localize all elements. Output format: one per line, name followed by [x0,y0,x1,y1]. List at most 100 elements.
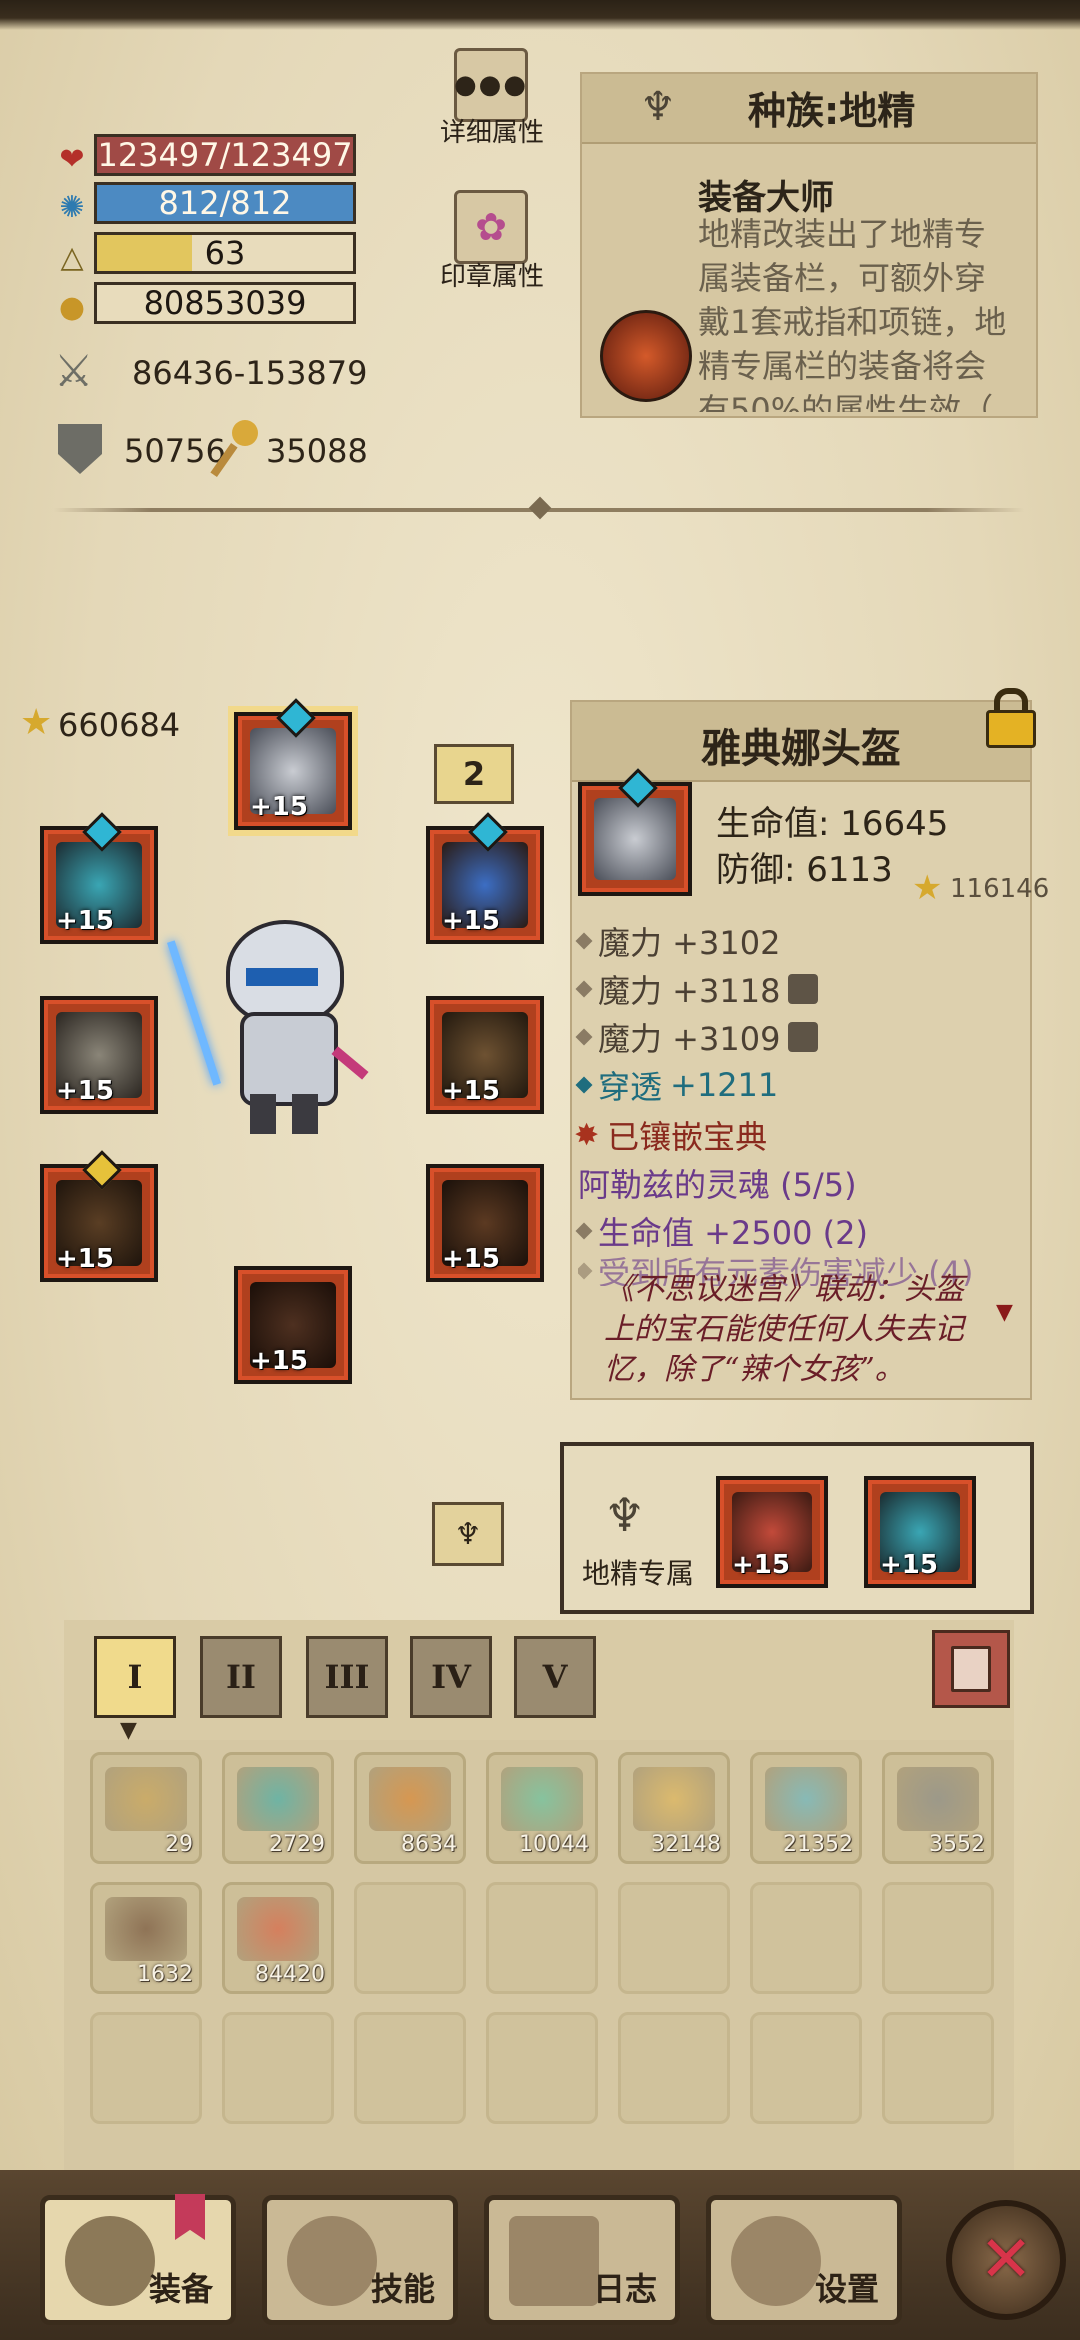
nav-skills-label: 技能 [370,2270,435,2308]
inventory-empty-slot[interactable] [750,2012,862,2124]
inventory-item[interactable]: 84420 [222,1882,334,1994]
race-title: 种族:地精 [748,89,916,133]
socket-text: 已镶嵌宝典 [607,1118,768,1156]
item-name: 雅典娜头盔 [701,726,901,772]
attack-swords-icon: ⚔ [54,346,94,397]
detail-attributes-label: 详细属性 [439,118,544,148]
slot-level: +15 [56,1076,114,1106]
lock-icon[interactable] [984,688,1036,748]
reforge-icon[interactable] [788,1022,819,1052]
tab-page-2[interactable]: II [200,1636,282,1718]
nav-equipment[interactable]: 装备 [40,2194,236,2325]
inventory-empty-slot[interactable] [354,1882,466,1994]
inventory-item[interactable]: 3552 [882,1752,994,1864]
attr-row-2: 魔力 +3118 [575,966,819,1012]
scroll-down-icon[interactable]: ▼ [996,1300,1013,1325]
gold-row: ● [52,284,92,330]
socket-icon: ✸ [574,1117,600,1153]
nav-settings[interactable]: 设置 [706,2195,902,2325]
defense-value: 50756 [124,432,226,470]
slot-level: +15 [732,1550,790,1580]
tab-page-3[interactable]: III [306,1636,388,1718]
item-icon [897,1767,979,1831]
inventory-item[interactable]: 2729 [222,1752,334,1864]
inventory-empty-slot[interactable] [618,1882,730,1994]
equip-slot-armor[interactable]: +15 [426,996,544,1114]
attr-text: 魔力 +3118 [598,972,781,1010]
nav-skills[interactable]: 技能 [262,2195,458,2325]
level-row: △ [52,234,92,280]
item-count: 8634 [401,1832,457,1857]
level-value: 63 [204,234,246,272]
mp-row: ✺ [52,184,92,230]
inventory-empty-slot[interactable] [90,2012,202,2124]
tab-page-4[interactable]: IV [410,1636,492,1718]
loadout-page-badge[interactable]: 2 [434,744,514,804]
hp-value: 123497/123497 [97,136,353,174]
set-name: 阿勒兹的灵魂 (5/5) [578,1166,857,1204]
inventory-empty-slot[interactable] [618,2012,730,2124]
equip-slot-gloves[interactable]: +15 [40,996,158,1114]
detail-attributes-button[interactable]: ●●● [454,48,528,122]
inventory-empty-slot[interactable] [354,2012,466,2124]
tab-page-1[interactable]: I [94,1636,176,1718]
attr-row-1: 魔力 +3102 [575,918,780,964]
inventory-empty-slot[interactable] [882,2012,994,2124]
magic-value: 35088 [266,432,368,470]
inventory-empty-slot[interactable] [882,1882,994,1994]
slot-level: +15 [56,906,114,936]
total-score: 660684 [58,706,181,744]
attr-row-3: 魔力 +3109 [575,1014,819,1060]
close-button[interactable]: ✕ [946,2200,1066,2320]
goblin-exclusive-label: 地精专属 [582,1557,695,1590]
goblin-slot-ring[interactable]: +15 [716,1476,828,1588]
goblin-toggle-button[interactable]: ♆ [432,1502,504,1566]
attack-value: 86436-153879 [132,354,368,392]
inventory-item[interactable]: 1632 [90,1882,202,1994]
equip-slot-boots[interactable]: +15 [40,1150,158,1282]
trash-button[interactable] [932,1630,1010,1708]
inventory-item[interactable]: 21352 [750,1752,862,1864]
inventory-empty-slot[interactable] [486,1882,598,1994]
set-bonus-hp-row: 生命值 +2500 (2) [575,1208,868,1254]
equip-slot-cloak[interactable]: +15 [426,1164,544,1282]
level-triangle-icon: △ [60,239,84,275]
gold-value: 80853039 [143,284,307,322]
hero-character [167,908,380,1148]
heart-icon: ❤ [59,141,85,177]
top-torn-edge [0,0,1080,30]
inventory-item[interactable]: 8634 [354,1752,466,1864]
equip-slot-necklace[interactable]: +15 [40,812,158,944]
inventory-item[interactable]: 32148 [618,1752,730,1864]
item-detail-icon [578,768,692,896]
inventory-empty-slot[interactable] [750,1882,862,1994]
slot-level: +15 [880,1550,938,1580]
item-icon [369,1767,451,1831]
level-bar: 63 [94,232,356,274]
scroll-icon [509,2216,599,2306]
inventory-empty-slot[interactable] [486,2012,598,2124]
inventory-item[interactable]: 10044 [486,1752,598,1864]
nav-log[interactable]: 日志 [484,2195,680,2325]
inventory-empty-slot[interactable] [222,2012,334,2124]
item-icon [633,1767,715,1831]
star-icon: ★ [20,702,53,743]
slot-level: +15 [442,1244,500,1274]
equip-slot-weapon[interactable]: +15 [426,812,544,944]
set-bonus-hp: 生命值 +2500 (2) [598,1214,868,1252]
tab-page-5[interactable]: V [514,1636,596,1718]
seal-attributes-label: 印章属性 [439,262,544,292]
reforge-icon[interactable] [788,974,819,1004]
goblin-slot-necklace[interactable]: +15 [864,1476,976,1588]
equip-slot-legs[interactable]: +15 [234,1266,352,1384]
equip-slot-helmet[interactable]: +15 [234,698,352,830]
flavor-text: 《不思议迷宫》联动：头盔上的宝石能使任何人失去记忆，除了“辣个女孩”。 [604,1272,964,1387]
skill-star-icon [287,2216,377,2306]
magic-staff-icon [210,420,260,478]
item-count: 21352 [783,1832,853,1857]
item-count: 84420 [255,1962,325,1987]
slot-level: +15 [442,906,500,936]
socket-row: ✸ 已镶嵌宝典 [574,1112,767,1158]
inventory-item[interactable]: 29 [90,1752,202,1864]
seal-attributes-button[interactable]: ✿ [454,190,528,264]
